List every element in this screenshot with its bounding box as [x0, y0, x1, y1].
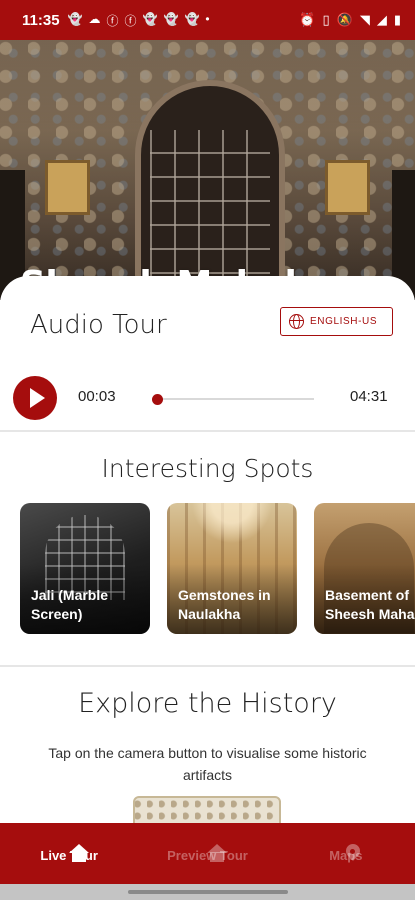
- vibrate-icon: ▯: [322, 12, 330, 27]
- spot-label: Basement of Sheesh Mahal: [325, 587, 415, 622]
- hero-panel-left: [45, 160, 90, 215]
- audio-tour-title: Audio Tour: [30, 310, 167, 340]
- current-time: 00:03: [78, 388, 116, 405]
- seek-bar[interactable]: [156, 398, 314, 400]
- facebook-icon: ⓕ: [124, 13, 137, 28]
- nav-maps[interactable]: Maps: [277, 823, 415, 884]
- wifi-icon: ◥: [359, 12, 370, 27]
- section-divider: [0, 430, 415, 432]
- section-divider: [0, 665, 415, 667]
- ghost-icon: 👻: [67, 11, 83, 26]
- total-time: 04:31: [350, 388, 388, 405]
- globe-icon: [289, 314, 304, 329]
- spot-card-jali[interactable]: Jali (Marble Screen): [20, 503, 150, 634]
- ghost-icon: 👻: [184, 11, 200, 26]
- ghost-icon: 👻: [163, 11, 179, 26]
- interesting-spots-title: Interesting Spots: [101, 454, 314, 483]
- seek-thumb[interactable]: [152, 394, 163, 405]
- dot-icon: •: [205, 11, 210, 26]
- bottom-navigation: Live Tour Preview Tour Maps: [0, 823, 415, 884]
- language-button[interactable]: ENGLISH-US: [280, 307, 393, 336]
- content-card: Audio Tour ENGLISH-US 00:03 04:31 Intere…: [0, 276, 415, 836]
- spot-label: Gemstones in Naulakha: [178, 587, 271, 622]
- notification-icons: 👻 ☁ ⓕ ⓕ 👻 👻 👻 •: [68, 12, 210, 29]
- explore-history-title: Explore the History: [78, 688, 337, 719]
- spot-card-basement[interactable]: Basement of Sheesh Mahal: [314, 503, 415, 634]
- home-gesture-handle[interactable]: [128, 890, 288, 894]
- system-navigation-bar: [0, 884, 415, 900]
- system-icons: ⏰ ▯ 🔕 ◥ ◢ ▮: [299, 12, 401, 28]
- status-bar: 11:35 👻 ☁ ⓕ ⓕ 👻 👻 👻 • ⏰ ▯ 🔕 ◥ ◢ ▮: [0, 0, 415, 40]
- cloud-icon: ☁: [88, 11, 101, 26]
- explore-history-subtitle: Tap on the camera button to visualise so…: [48, 745, 367, 783]
- mute-icon: 🔕: [336, 12, 353, 27]
- status-time: 11:35: [22, 11, 60, 29]
- facebook-icon: ⓕ: [106, 13, 119, 28]
- battery-icon: ▮: [393, 12, 401, 27]
- hero-panel-right: [325, 160, 370, 215]
- play-icon: [29, 388, 45, 408]
- language-label: ENGLISH-US: [310, 316, 378, 327]
- spot-label: Jali (Marble Screen): [31, 587, 109, 622]
- spots-carousel[interactable]: Jali (Marble Screen) Gemstones in Naulak…: [20, 503, 415, 634]
- signal-icon: ◢: [376, 12, 387, 27]
- nav-live-tour[interactable]: Live Tour: [0, 823, 138, 884]
- play-button[interactable]: [13, 376, 57, 420]
- spot-card-gemstones[interactable]: Gemstones in Naulakha: [167, 503, 297, 634]
- nav-preview-tour[interactable]: Preview Tour: [138, 823, 276, 884]
- alarm-icon: ⏰: [299, 12, 316, 27]
- ghost-icon: 👻: [142, 11, 158, 26]
- hero-image: Sheesh Mahal: [0, 40, 415, 300]
